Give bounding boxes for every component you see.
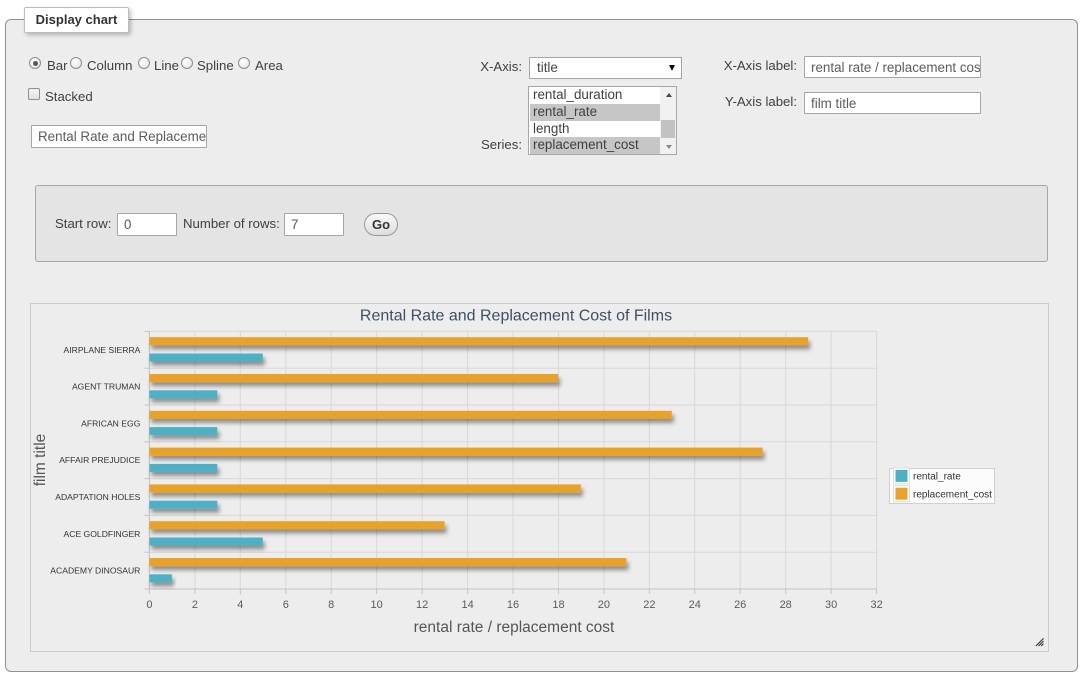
svg-text:14: 14 xyxy=(461,599,473,611)
svg-text:AFRICAN EGG: AFRICAN EGG xyxy=(81,418,141,428)
svg-text:16: 16 xyxy=(507,599,519,611)
svg-text:10: 10 xyxy=(370,599,382,611)
svg-text:18: 18 xyxy=(552,599,564,611)
svg-text:rental rate / replacement cost: rental rate / replacement cost xyxy=(414,619,615,636)
svg-text:replacement_cost: replacement_cost xyxy=(913,490,992,501)
svg-text:film title: film title xyxy=(32,434,49,487)
svg-text:AGENT TRUMAN: AGENT TRUMAN xyxy=(72,382,140,392)
svg-text:8: 8 xyxy=(328,599,334,611)
svg-text:ACADEMY DINOSAUR: ACADEMY DINOSAUR xyxy=(50,566,140,576)
svg-text:AIRPLANE SIERRA: AIRPLANE SIERRA xyxy=(64,345,141,355)
svg-text:30: 30 xyxy=(825,599,837,611)
svg-text:26: 26 xyxy=(734,599,746,611)
svg-text:20: 20 xyxy=(598,599,610,611)
svg-text:22: 22 xyxy=(643,599,655,611)
svg-text:28: 28 xyxy=(780,599,792,611)
svg-text:32: 32 xyxy=(870,599,882,611)
svg-text:AFFAIR PREJUDICE: AFFAIR PREJUDICE xyxy=(59,455,140,465)
svg-text:ACE GOLDFINGER: ACE GOLDFINGER xyxy=(64,529,141,539)
svg-text:12: 12 xyxy=(416,599,428,611)
svg-text:Rental Rate and Replacement Co: Rental Rate and Replacement Cost of Film… xyxy=(360,308,672,325)
svg-text:ADAPTATION HOLES: ADAPTATION HOLES xyxy=(55,492,140,502)
svg-text:4: 4 xyxy=(237,599,243,611)
svg-text:0: 0 xyxy=(146,599,152,611)
svg-text:24: 24 xyxy=(689,599,701,611)
svg-text:2: 2 xyxy=(192,599,198,611)
svg-text:6: 6 xyxy=(283,599,289,611)
svg-text:rental_rate: rental_rate xyxy=(913,472,961,483)
